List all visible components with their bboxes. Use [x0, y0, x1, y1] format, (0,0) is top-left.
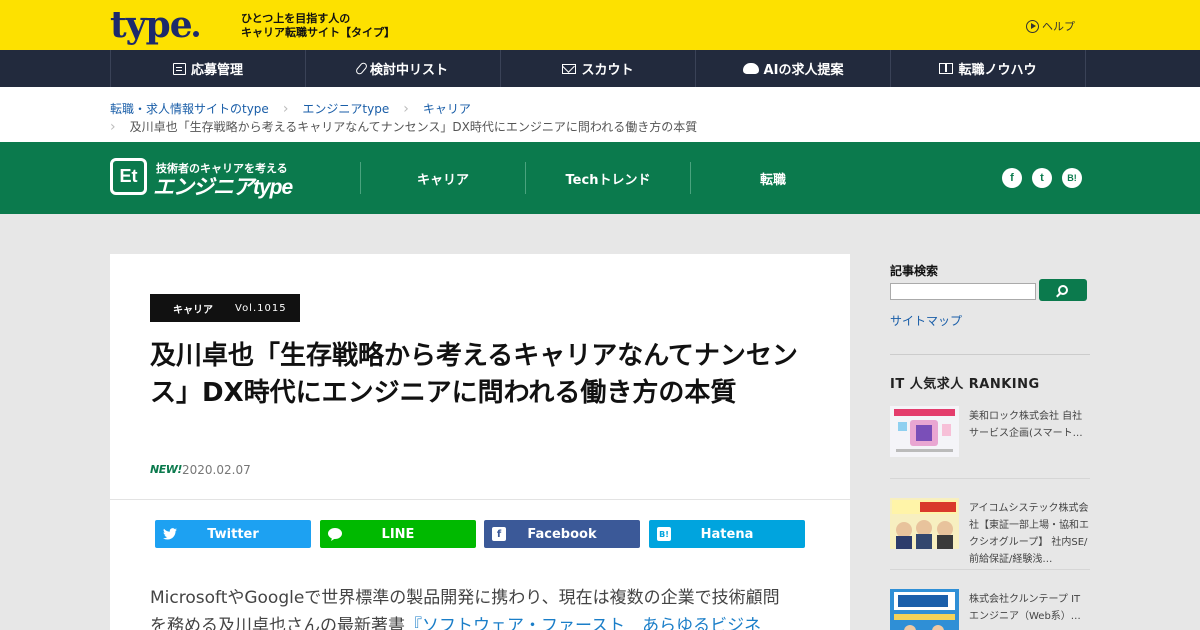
article-category[interactable]: キャリア — [173, 301, 213, 316]
play-circle-icon — [1026, 19, 1039, 33]
nav-label: 応募管理 — [190, 63, 243, 78]
share-twitter-button[interactable]: Twitter — [155, 520, 311, 548]
facebook-icon: f — [492, 527, 506, 541]
nav-item-applications[interactable]: 応募管理 — [111, 50, 306, 87]
type-logo[interactable]: type — [110, 4, 199, 46]
enav-link-job-change[interactable]: 転職 — [690, 162, 855, 194]
nav-label: 検討中リスト — [369, 63, 448, 78]
ranking-thumbnail[interactable] — [890, 406, 959, 457]
nav-item-knowhow[interactable]: 転職ノウハウ — [891, 50, 1086, 87]
breadcrumb-link-engineer-type[interactable]: エンジニアtype — [302, 100, 389, 117]
search-button[interactable] — [1039, 279, 1087, 301]
enav-link-career[interactable]: キャリア — [360, 162, 525, 194]
twitter-icon[interactable]: t — [1032, 168, 1052, 188]
share-label: LINE — [381, 526, 415, 542]
ranking-text: 美和ロック株式会社 自社サービス企画(スマート… — [969, 411, 1083, 439]
article-volume: Vol.1015 — [235, 302, 287, 314]
breadcrumb: 転職・求人情報サイトのtype › エンジニアtype › キャリア › 及川卓… — [0, 87, 1200, 142]
share-line-button[interactable]: LINE — [320, 520, 476, 548]
nav-item-scout[interactable]: スカウト — [501, 50, 696, 87]
facebook-icon[interactable]: f — [1002, 168, 1022, 188]
nav-item-ai-suggest[interactable]: AIの求人提案 — [696, 50, 891, 87]
ranking-title: IT 人気求人 RANKING — [890, 377, 1040, 392]
article-card: キャリア Vol.1015 及川卓也「生存戦略から考えるキャリアなんてナンセンス… — [110, 254, 850, 630]
help-link[interactable]: ヘルプ — [1026, 18, 1075, 34]
article-date: 2020.02.07 — [182, 463, 251, 477]
divider — [890, 478, 1090, 479]
book-icon — [939, 63, 954, 74]
hatena-icon[interactable]: B! — [1062, 168, 1082, 188]
breadcrumb-link-career[interactable]: キャリア — [423, 100, 471, 117]
chevron-right-icon: › — [282, 100, 289, 117]
et-logo-title[interactable]: エンジニアtype — [153, 171, 293, 201]
document-icon — [172, 62, 186, 75]
nav-label: 転職ノウハウ — [958, 63, 1037, 78]
article-title: 及川卓也「生存戦略から考えるキャリアなんてナンセンス」DX時代にエンジニアに問わ… — [150, 341, 798, 408]
share-facebook-button[interactable]: f Facebook — [484, 520, 640, 548]
et-logo-mark[interactable]: Et — [110, 158, 147, 195]
divider — [890, 569, 1090, 570]
search-icon — [1058, 285, 1068, 295]
logo-text: type — [110, 4, 193, 46]
article-tag: キャリア Vol.1015 — [150, 294, 300, 322]
ranking-text: アイコムシステック株式会社【東証一部上場・協和エクシオグループ】 社内SE/前給… — [969, 503, 1089, 565]
chevron-right-icon: › — [110, 118, 116, 135]
body-line: を務める及川卓也さんの最新著書『ソフトウェア・ファースト あらゆるビジネ — [150, 612, 815, 630]
main-nav: 応募管理 検討中リスト スカウト AIの求人提案 転職ノウハウ — [0, 50, 1200, 87]
search-title: 記事検索 — [890, 264, 939, 278]
ranking-thumbnail[interactable] — [890, 498, 959, 549]
article-body: MicrosoftやGoogleで世界標準の製品開発に携わり、現在は複数の企業で… — [150, 584, 815, 630]
share-hatena-button[interactable]: B! Hatena — [649, 520, 805, 548]
paperclip-icon — [354, 61, 369, 76]
share-label: Facebook — [527, 526, 597, 542]
share-label: Hatena — [700, 526, 754, 542]
new-badge: NEW! — [150, 463, 182, 476]
nav-label: AIの求人提案 — [763, 63, 844, 78]
divider — [110, 499, 850, 500]
twitter-icon — [163, 527, 177, 541]
sitemap-link[interactable]: サイトマップ — [890, 312, 962, 329]
top-header: type ひとつ上を目指す人の キャリア転職サイト【タイプ】 ヘルプ — [0, 0, 1200, 50]
share-label: Twitter — [207, 526, 259, 542]
tagline-line2: キャリア転職サイト【タイプ】 — [241, 26, 395, 39]
body-line: MicrosoftやGoogleで世界標準の製品開発に携わり、現在は複数の企業で… — [150, 588, 780, 608]
body-text-prefix: を務める及川卓也さんの最新著書 — [150, 616, 405, 630]
chevron-right-icon: › — [403, 100, 409, 117]
tagline-line1: ひとつ上を目指す人の — [241, 12, 351, 25]
ranking-text: 株式会社クルンテープ ITエンジニア（Web系）… — [969, 594, 1081, 622]
hatena-icon: B! — [657, 527, 671, 541]
help-label: ヘルプ — [1042, 20, 1075, 33]
nav-item-saved-list[interactable]: 検討中リスト — [306, 50, 501, 87]
search-input[interactable] — [890, 283, 1036, 300]
nav-label: スカウト — [581, 63, 634, 78]
tagline: ひとつ上を目指す人の キャリア転職サイト【タイプ】 — [241, 12, 395, 40]
breadcrumb-link-type[interactable]: 転職・求人情報サイトのtype — [110, 100, 269, 117]
enav-link-tech-trend[interactable]: Techトレンド — [525, 162, 690, 194]
divider — [890, 354, 1090, 355]
logo-dot — [192, 31, 199, 37]
ranking-thumbnail[interactable] — [890, 589, 959, 630]
breadcrumb-current: 及川卓也「生存戦略から考えるキャリアなんてナンセンス」DX時代にエンジニアに問わ… — [129, 120, 698, 134]
book-link[interactable]: 『ソフトウェア・ファースト あらゆるビジネ — [405, 616, 761, 630]
line-icon — [328, 527, 342, 541]
ai-robot-icon — [742, 63, 759, 74]
mail-icon — [562, 63, 577, 74]
